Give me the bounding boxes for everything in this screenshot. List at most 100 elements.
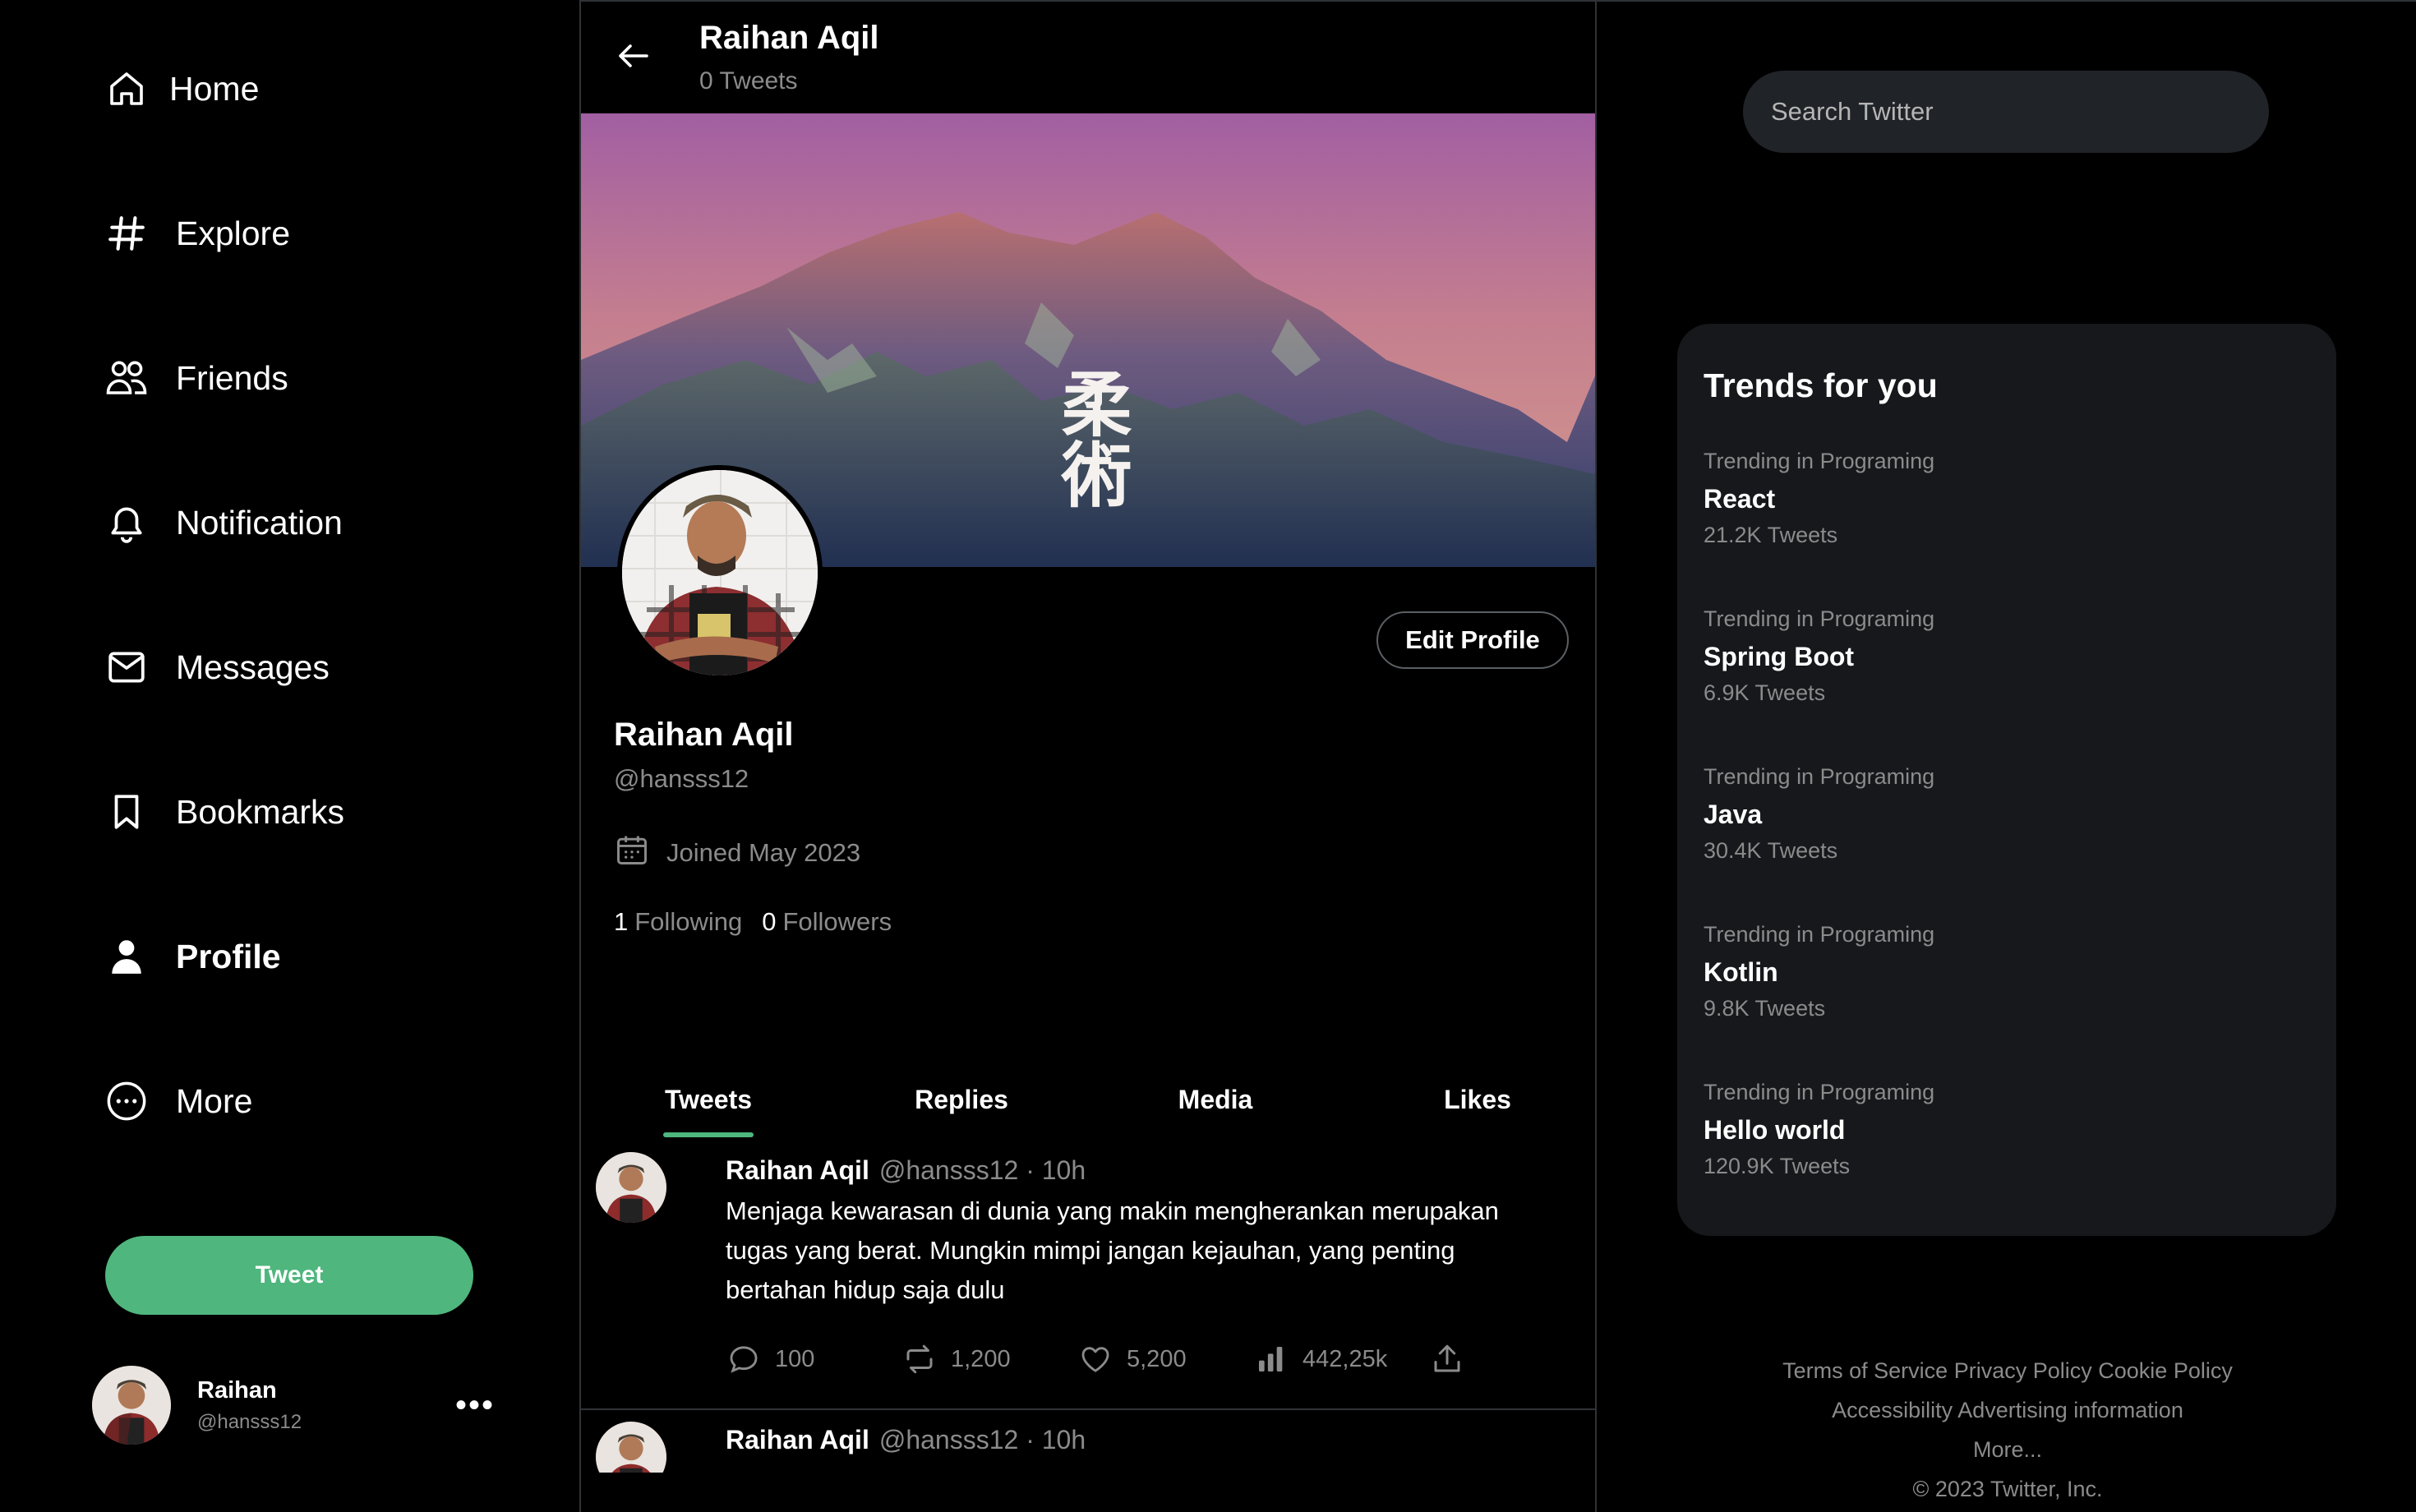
trend-item[interactable]: Trending in Programing Spring Boot 6.9K … [1704,606,2279,706]
profile-name: Raihan Aqil [614,717,794,753]
joined-date: Joined May 2023 [614,832,860,874]
back-button[interactable] [601,31,666,81]
trend-topic: Hello world [1704,1115,1846,1145]
trend-topic: Spring Boot [1704,642,1855,671]
avatar [92,1366,171,1445]
privacy-link[interactable]: Privacy Policy [1954,1358,2092,1383]
tweet-item[interactable]: Raihan Aqil @hansss12 · 10h Menjaga kewar… [581,1142,1595,1410]
tweet-header: Raihan Aqil @hansss12 · 10h [726,1425,1086,1455]
following-link[interactable]: 1 Following [614,907,742,937]
profile-tabs: Tweets Replies Media Likes [581,1068,1595,1142]
account-names: Raihan @hansss12 [197,1377,302,1434]
followers-link[interactable]: 0 Followers [762,907,892,937]
nav-item-notification[interactable]: Notification [104,490,343,555]
reply-button[interactable]: 100 [726,1341,901,1377]
following-count: 1 [614,907,629,936]
nav-label: Explore [176,214,291,252]
nav-item-bookmarks[interactable]: Bookmarks [104,779,344,845]
trend-item[interactable]: Trending in Programing Hello world 120.9… [1704,1080,2279,1179]
accessibility-link[interactable]: Accessibility [1832,1398,1953,1422]
trend-topic: React [1704,484,1776,514]
header-tweet-count: 0 Tweets [699,67,798,94]
tweet-actions: 100 1,200 5,200 442,25k [726,1341,1478,1377]
search-input[interactable] [1743,71,2269,153]
tweet-author-name[interactable]: Raihan Aqil [726,1425,869,1454]
tab-replies[interactable]: Replies [908,1068,1015,1142]
bell-icon [104,500,150,546]
tweet-button[interactable]: Tweet [105,1236,473,1315]
profile-avatar[interactable] [617,465,823,680]
edit-profile-button[interactable]: Edit Profile [1376,611,1569,669]
share-icon [1429,1341,1465,1377]
tab-likes[interactable]: Likes [1432,1068,1523,1142]
followers-count: 0 [762,907,777,936]
trends-panel: Trends for you Trending in Programing Re… [1677,324,2336,1236]
tweet-text: Menjaga kewarasan di dunia yang makin me… [726,1196,1499,1304]
nav-item-home[interactable]: Home [104,56,259,122]
trend-item[interactable]: Trending in Programing Kotlin 9.8K Tweet… [1704,922,2279,1021]
tweet-meta: @hansss12 · 10h [878,1155,1086,1185]
follow-stats: 1 Following 0 Followers [614,907,903,937]
copyright: © 2023 Twitter, Inc. [1912,1477,2103,1501]
nav-item-profile[interactable]: Profile [104,924,281,989]
views-button[interactable]: 442,25k [1253,1341,1429,1377]
tweet-item[interactable]: Raihan Aqil @hansss12 · 10h [581,1410,1595,1512]
envelope-icon [104,644,150,690]
active-tab-indicator [663,1132,754,1137]
cookie-link[interactable]: Cookie Policy [2098,1358,2233,1383]
account-handle: @hansss12 [197,1410,302,1433]
more-link[interactable]: More... [1973,1437,2042,1462]
tweet-author-name[interactable]: Raihan Aqil [726,1155,869,1185]
trend-category: Trending in Programing [1704,922,1935,947]
nav-label: Messages [176,648,330,686]
friends-icon [104,355,150,401]
nav-label: Bookmarks [176,792,345,831]
tab-label: Tweets [664,1085,753,1114]
retweet-count: 1,200 [951,1345,1011,1372]
tweet-avatar[interactable] [596,1152,666,1223]
following-label: Following [634,907,743,936]
trend-category: Trending in Programing [1704,606,1935,631]
banner-kanji: 柔術 [1049,367,1132,509]
terms-link[interactable]: Terms of Service [1782,1358,1948,1383]
retweet-button[interactable]: 1,200 [901,1341,1077,1377]
nav-item-more[interactable]: More [104,1068,252,1134]
trend-category: Trending in Programing [1704,764,1935,789]
account-menu-icon[interactable]: ••• [455,1387,495,1424]
joined-text: Joined May 2023 [666,838,861,867]
trends-title: Trends for you [1704,366,1938,404]
tab-media[interactable]: Media [1166,1068,1265,1142]
views-count: 442,25k [1303,1345,1388,1372]
trend-count: 21.2K Tweets [1704,523,1838,547]
arrow-left-icon [619,44,648,67]
tab-label: Replies [915,1085,1008,1114]
footer-links: Terms of Service Privacy Policy Cookie P… [1712,1351,2303,1509]
trend-count: 6.9K Tweets [1704,680,1826,705]
trend-item[interactable]: Trending in Programing React 21.2K Tweet… [1704,449,2279,548]
nav-item-messages[interactable]: Messages [104,634,330,700]
trend-count: 30.4K Tweets [1704,838,1838,863]
account-name: Raihan [197,1376,277,1404]
right-sidebar: Trends for you Trending in Programing Re… [1597,0,2416,1512]
nav-item-friends[interactable]: Friends [104,345,288,411]
bookmark-icon [104,789,150,835]
like-button[interactable]: 5,200 [1077,1341,1253,1377]
profile-handle: @hansss12 [614,764,749,793]
trend-category: Trending in Programing [1704,449,1935,473]
account-switcher[interactable]: Raihan @hansss12 ••• [92,1364,495,1446]
heart-icon [1077,1341,1113,1377]
more-circle-icon [104,1078,150,1124]
trend-item[interactable]: Trending in Programing Java 30.4K Tweets [1704,764,2279,864]
profile-column: Raihan Aqil 0 Tweets 柔術 Edit Profile Rai… [579,0,1597,1512]
tab-tweets[interactable]: Tweets [663,1068,754,1142]
nav-item-explore[interactable]: Explore [104,201,290,266]
reply-icon [726,1341,762,1377]
share-button[interactable] [1429,1341,1478,1377]
reply-count: 100 [775,1345,815,1372]
nav-label: Friends [176,358,288,397]
nav-label: Profile [176,937,281,975]
trend-count: 120.9K Tweets [1704,1154,1851,1178]
tweet-meta: @hansss12 · 10h [878,1425,1086,1454]
advertising-link[interactable]: Advertising information [1957,1398,2183,1422]
retweet-icon [901,1341,938,1377]
